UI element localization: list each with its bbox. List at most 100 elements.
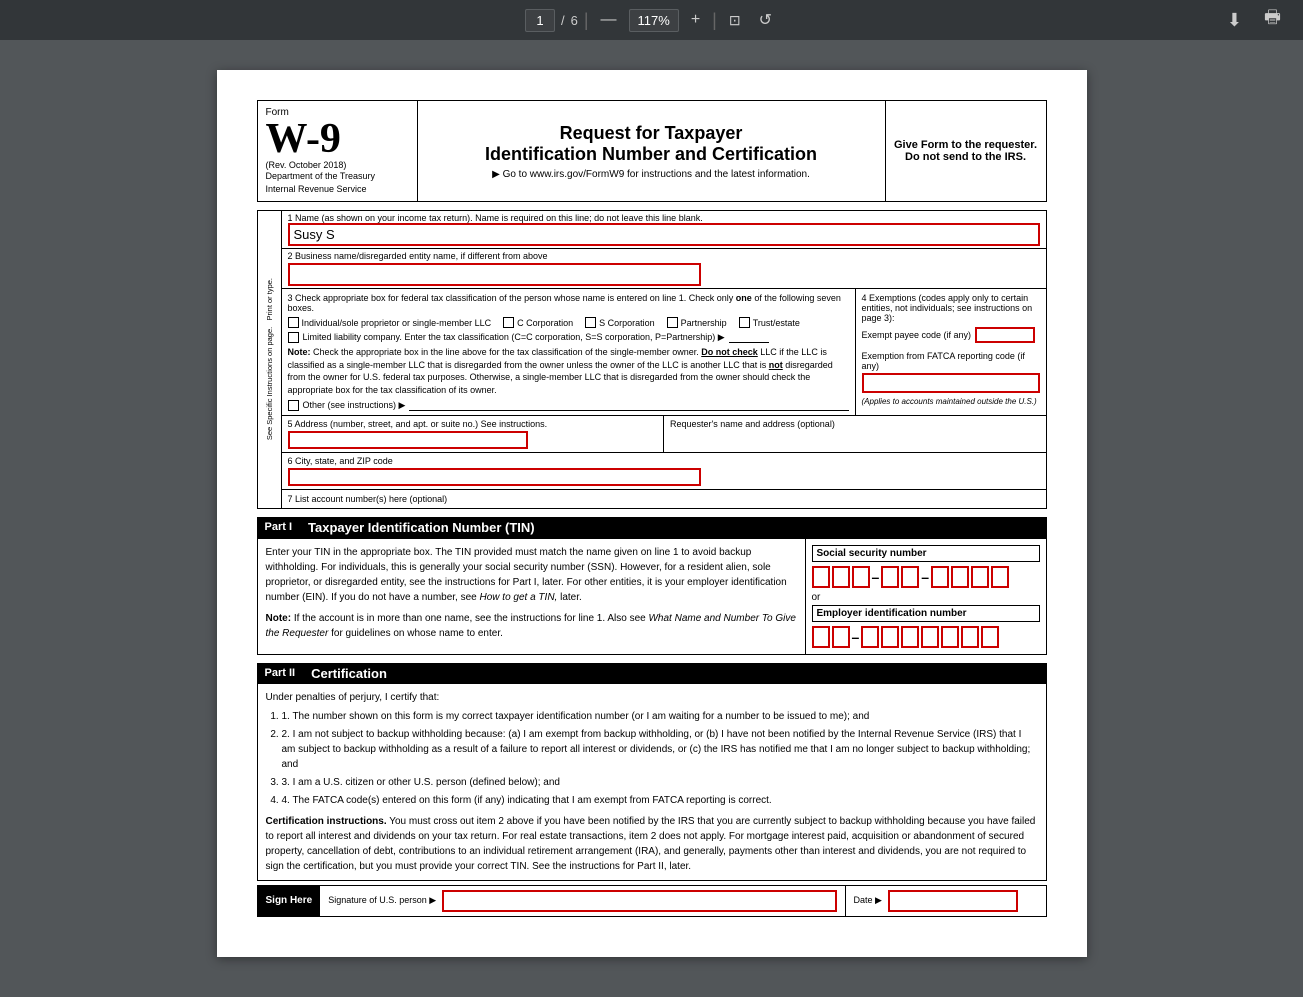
- part2-label: Part II: [265, 667, 296, 679]
- cert-instructions: Certification instructions. You must cro…: [266, 814, 1038, 874]
- ein-box-7[interactable]: [941, 626, 959, 648]
- individual-checkbox[interactable]: [288, 317, 299, 328]
- cert-item-4: 4. The FATCA code(s) entered on this for…: [282, 793, 1038, 808]
- ssn-box-3[interactable]: [852, 566, 870, 588]
- form-url: ▶ Go to www.irs.gov/FormW9 for instructi…: [492, 169, 810, 180]
- ccorp-checkbox[interactable]: [503, 317, 514, 328]
- note-text-block: Note: Check the appropriate box in the l…: [288, 346, 849, 396]
- give-form-text: Give Form to the requester. Do not send …: [886, 101, 1046, 201]
- ssn-box-2[interactable]: [832, 566, 850, 588]
- line7-label: 7 List account number(s) here (optional): [288, 494, 1040, 504]
- ssn-box-9[interactable]: [991, 566, 1009, 588]
- part1-header: Part I Taxpayer Identification Number (T…: [257, 517, 1047, 538]
- exemptions-title: 4 Exemptions (codes apply only to certai…: [862, 293, 1040, 323]
- ein-box-6[interactable]: [921, 626, 939, 648]
- ssn-boxes: – –: [812, 566, 1040, 588]
- rotate-button[interactable]: ↺: [753, 6, 778, 34]
- line2-input[interactable]: [288, 263, 702, 286]
- other-row: Other (see instructions) ▶: [288, 400, 849, 411]
- form-page: Form W-9 (Rev. October 2018) Department …: [217, 70, 1087, 957]
- signature-input[interactable]: [442, 890, 836, 912]
- ccorp-label: C Corporation: [517, 318, 573, 328]
- ssn-box-6[interactable]: [931, 566, 949, 588]
- toolbar-actions: ⬇ 🖶: [1221, 1, 1287, 39]
- ssn-dash-1: –: [872, 569, 880, 585]
- part2-title: Certification: [311, 666, 387, 681]
- part1-para1: Enter your TIN in the appropriate box. T…: [266, 545, 797, 605]
- line1-input[interactable]: [288, 223, 1040, 246]
- part2-header: Part II Certification: [257, 663, 1047, 684]
- form-title-block: Request for Taxpayer Identification Numb…: [418, 101, 886, 201]
- form-dept: Department of the Treasury Internal Reve…: [266, 170, 409, 195]
- trust-checkbox-item: Trust/estate: [739, 317, 800, 328]
- page-current-input[interactable]: [525, 9, 555, 32]
- ssn-label: Social security number: [812, 545, 1040, 562]
- fatca-label: Exemption from FATCA reporting code (if …: [862, 351, 1040, 371]
- other-input[interactable]: [409, 400, 848, 411]
- ein-label: Employer identification number: [812, 605, 1040, 622]
- llc-row: Limited liability company. Enter the tax…: [288, 332, 849, 343]
- page-total: 6: [571, 13, 578, 28]
- form-number: W-9: [266, 118, 409, 160]
- form-title-sub: Identification Number and Certification: [485, 144, 817, 165]
- sign-row: Sign Here Signature of U.S. person ▶ Dat…: [257, 885, 1047, 917]
- partnership-checkbox[interactable]: [667, 317, 678, 328]
- requester-label: Requester's name and address (optional): [670, 419, 1040, 429]
- ssn-box-7[interactable]: [951, 566, 969, 588]
- form-id-block: Form W-9 (Rev. October 2018) Department …: [258, 101, 418, 201]
- ein-box-4[interactable]: [881, 626, 899, 648]
- download-button[interactable]: ⬇: [1221, 1, 1248, 39]
- ein-box-3[interactable]: [861, 626, 879, 648]
- ein-box-8[interactable]: [961, 626, 979, 648]
- sidebar-text: See Specific Instructions on page. Print…: [265, 278, 274, 440]
- llc-classification-input[interactable]: [729, 332, 769, 343]
- address-input[interactable]: [288, 431, 528, 449]
- zoom-level: 117%: [629, 9, 679, 32]
- ein-box-9[interactable]: [981, 626, 999, 648]
- line2-label: 2 Business name/disregarded entity name,…: [288, 251, 1040, 261]
- other-checkbox[interactable]: [288, 400, 299, 411]
- part1-tin: Social security number – – or Employer: [806, 539, 1046, 654]
- ssn-box-8[interactable]: [971, 566, 989, 588]
- trust-checkbox[interactable]: [739, 317, 750, 328]
- part1-label: Part I: [265, 521, 293, 533]
- tax-main: 3 Check appropriate box for federal tax …: [282, 289, 856, 414]
- form-header: Form W-9 (Rev. October 2018) Department …: [257, 100, 1047, 202]
- ein-box-5[interactable]: [901, 626, 919, 648]
- part1-title: Taxpayer Identification Number (TIN): [308, 520, 535, 535]
- under-penalties: Under penalties of perjury, I certify th…: [266, 690, 1038, 705]
- sep2: |: [712, 11, 717, 29]
- zoom-out-button[interactable]: —: [595, 7, 623, 33]
- fatca-row: Exemption from FATCA reporting code (if …: [862, 351, 1040, 393]
- line5-row: 5 Address (number, street, and apt. or s…: [281, 416, 1047, 453]
- fatca-note: (Applies to accounts maintained outside …: [862, 397, 1040, 406]
- exempt-payee-input[interactable]: [975, 327, 1035, 343]
- scorp-label: S Corporation: [599, 318, 655, 328]
- city-input[interactable]: [288, 468, 702, 486]
- part2-body: Under penalties of perjury, I certify th…: [257, 684, 1047, 881]
- scorp-checkbox[interactable]: [585, 317, 596, 328]
- exempt-payee-label: Exempt payee code (if any): [862, 330, 972, 340]
- ein-boxes: –: [812, 626, 1040, 648]
- date-input[interactable]: [888, 890, 1018, 912]
- ssn-box-1[interactable]: [812, 566, 830, 588]
- zoom-in-button[interactable]: +: [685, 7, 706, 33]
- document-area: Form W-9 (Rev. October 2018) Department …: [0, 40, 1303, 997]
- sep1: |: [584, 11, 589, 29]
- ssn-box-5[interactable]: [901, 566, 919, 588]
- form-main-content: See Specific Instructions on page. Print…: [257, 210, 1047, 508]
- individual-checkbox-item: Individual/sole proprietor or single-mem…: [288, 317, 492, 328]
- llc-checkbox[interactable]: [288, 332, 299, 343]
- fatca-input[interactable]: [862, 373, 1040, 393]
- fit-page-button[interactable]: ⊡: [723, 8, 747, 33]
- ein-box-2[interactable]: [832, 626, 850, 648]
- line2-row: 2 Business name/disregarded entity name,…: [281, 249, 1047, 289]
- form-title-main: Request for Taxpayer: [560, 123, 743, 144]
- part1-para2: Note: If the account is in more than one…: [266, 611, 797, 641]
- print-button[interactable]: 🖶: [1258, 1, 1287, 39]
- ssn-box-4[interactable]: [881, 566, 899, 588]
- ein-box-1[interactable]: [812, 626, 830, 648]
- part1-body: Enter your TIN in the appropriate box. T…: [257, 538, 1047, 655]
- llc-label: Limited liability company. Enter the tax…: [303, 332, 725, 343]
- scorp-checkbox-item: S Corporation: [585, 317, 655, 328]
